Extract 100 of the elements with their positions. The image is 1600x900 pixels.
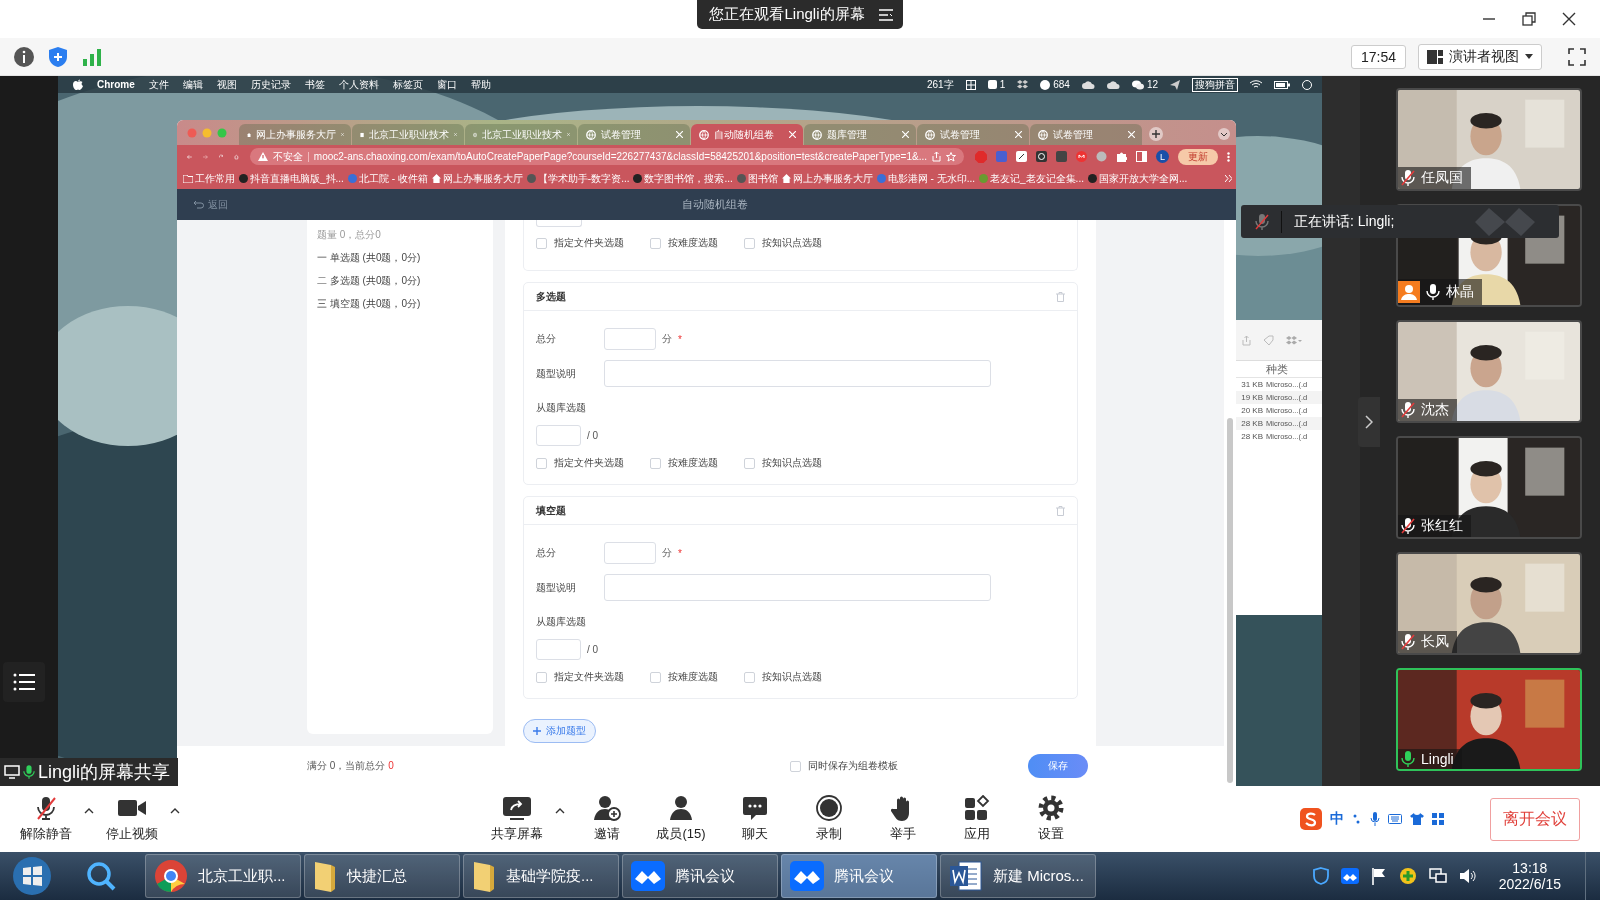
meeting-app-icon[interactable]: [1340, 868, 1359, 884]
input-mode[interactable]: 中: [1330, 810, 1344, 828]
toolbar-button[interactable]: 举手: [871, 795, 935, 843]
checkbox[interactable]: [650, 457, 661, 469]
info-icon[interactable]: [13, 45, 35, 68]
chat-count[interactable]: 12: [1131, 79, 1158, 90]
toolbar-button[interactable]: 聊天: [723, 795, 787, 843]
browser-tab[interactable]: 自动随机组卷: [691, 124, 803, 145]
menu-item[interactable]: 文件: [148, 77, 169, 92]
bookmark[interactable]: 图书馆: [736, 171, 778, 186]
shield-icon[interactable]: [1312, 867, 1329, 885]
description-input[interactable]: [604, 360, 991, 387]
outline-item[interactable]: 一 单选题 (共0题，0分): [317, 251, 483, 265]
cloud-icon[interactable]: [1081, 80, 1095, 89]
network-icon[interactable]: [1428, 867, 1447, 885]
checkbox[interactable]: [650, 237, 661, 249]
puzzle-icon[interactable]: [1116, 151, 1127, 162]
checkbox[interactable]: [744, 237, 755, 249]
chevron-icon[interactable]: [1225, 175, 1232, 182]
window-buttons-icon[interactable]: [187, 127, 229, 138]
outline-item[interactable]: 三 填空题 (共0题，0分): [317, 297, 483, 311]
checkbox[interactable]: [744, 671, 755, 683]
close-icon[interactable]: [1562, 12, 1576, 26]
update-button[interactable]: 更新: [1178, 148, 1218, 165]
checkbox[interactable]: [536, 237, 547, 249]
grid-icon[interactable]: [1432, 813, 1444, 825]
menu-item[interactable]: 视图: [216, 77, 237, 92]
toolbar-button[interactable]: 录制: [797, 795, 861, 843]
checkbox[interactable]: [744, 457, 755, 469]
fullscreen-icon[interactable]: [1568, 47, 1586, 66]
cloud-icon[interactable]: [1106, 80, 1120, 89]
video-tile[interactable]: 长风: [1396, 552, 1582, 655]
bookmark[interactable]: 老友记_老友记全集...: [979, 171, 1084, 186]
browser-tab[interactable]: 网上办事服务大厅: [239, 124, 351, 145]
home-icon[interactable]: [234, 151, 239, 162]
toolbar-button[interactable]: 共享屏幕: [485, 795, 549, 843]
grid-icon[interactable]: [965, 79, 976, 90]
bookmark[interactable]: 北工院 - 收件箱: [347, 171, 428, 186]
collapse-tab[interactable]: [1358, 397, 1380, 447]
menu-item[interactable]: 书签: [304, 77, 325, 92]
column-header[interactable]: 种类: [1266, 361, 1288, 377]
sogou-icon[interactable]: [1300, 808, 1322, 830]
menu-item[interactable]: 历史记录: [250, 77, 291, 92]
flag-icon[interactable]: [1370, 867, 1387, 885]
outline-item[interactable]: 二 多选题 (共0题，0分): [317, 274, 483, 288]
taskbar-button[interactable]: 腾讯会议: [781, 854, 937, 898]
extension-icon[interactable]: [1016, 151, 1027, 162]
control-center-icon[interactable]: [1302, 79, 1312, 90]
menu-item[interactable]: 个人资料: [338, 77, 379, 92]
start-icon[interactable]: [12, 856, 52, 896]
shield-icon[interactable]: [47, 45, 69, 68]
video-tile[interactable]: 张红红: [1396, 436, 1582, 539]
new-tab-icon[interactable]: [1149, 127, 1163, 141]
caret-up-icon[interactable]: [84, 808, 94, 814]
search-icon[interactable]: [85, 860, 117, 892]
wifi-icon[interactable]: [1250, 80, 1262, 89]
menu-item[interactable]: 窗口: [436, 77, 457, 92]
checkbox[interactable]: [536, 671, 547, 683]
taskbar-button[interactable]: 北京工业职...: [145, 854, 301, 898]
menu-item[interactable]: 标签页: [392, 77, 423, 92]
tab-search-icon[interactable]: [1218, 128, 1230, 140]
menu-item[interactable]: 编辑: [182, 77, 203, 92]
bookmark[interactable]: 网上办事服务大厅: [431, 171, 523, 186]
bookmark[interactable]: 抖音直播电脑版_抖...: [239, 171, 344, 186]
taskbar-button[interactable]: 新建 Micros...: [940, 854, 1096, 898]
toolbar-button[interactable]: 解除静音: [14, 795, 78, 843]
video-tile[interactable]: 任凤国: [1396, 88, 1582, 191]
count-input[interactable]: [536, 425, 581, 446]
volume-icon[interactable]: [1458, 867, 1477, 885]
plus-badge-icon[interactable]: [1398, 867, 1417, 885]
mic-icon[interactable]: [1370, 812, 1380, 826]
checkbox[interactable]: [536, 457, 547, 469]
bookmark[interactable]: 数字图书馆，搜索...: [633, 171, 733, 186]
dropbox-icon[interactable]: [1017, 80, 1029, 89]
view-dropdown[interactable]: 演讲者视图: [1418, 43, 1542, 70]
back-link[interactable]: 返回: [193, 197, 682, 212]
star-icon[interactable]: [946, 151, 956, 162]
score-input[interactable]: [604, 328, 656, 350]
keyboard-icon[interactable]: [1388, 814, 1402, 824]
toolbar-button[interactable]: 应用: [945, 795, 1009, 843]
menu-icon[interactable]: [878, 8, 893, 21]
apple-icon[interactable]: [73, 79, 83, 90]
input-field[interactable]: [536, 220, 582, 227]
clock[interactable]: 13:18 2022/6/15: [1498, 860, 1561, 892]
browser-tab[interactable]: 试卷管理: [1030, 124, 1142, 145]
send-icon[interactable]: [1170, 79, 1180, 90]
sidebar-icon[interactable]: [1136, 151, 1147, 162]
bookmark[interactable]: 【学术助手-数字资...: [526, 171, 630, 186]
checkbox[interactable]: [650, 671, 661, 683]
bookmark[interactable]: 工作常用: [183, 171, 235, 186]
more-icon[interactable]: [1227, 151, 1230, 162]
taskbar-button[interactable]: 腾讯会议: [622, 854, 778, 898]
taskbar-button[interactable]: 快捷汇总: [304, 854, 460, 898]
toolbar-button[interactable]: 邀请: [575, 795, 639, 843]
video-tile[interactable]: 沈杰: [1396, 320, 1582, 423]
taskbar-button[interactable]: 基础学院疫...: [463, 854, 619, 898]
notification-count[interactable]: 1: [987, 79, 1006, 90]
leave-meeting-button[interactable]: 离开会议: [1490, 797, 1580, 841]
toolbar-button[interactable]: 停止视频: [100, 795, 164, 843]
toolbar-button[interactable]: 设置: [1019, 795, 1083, 843]
